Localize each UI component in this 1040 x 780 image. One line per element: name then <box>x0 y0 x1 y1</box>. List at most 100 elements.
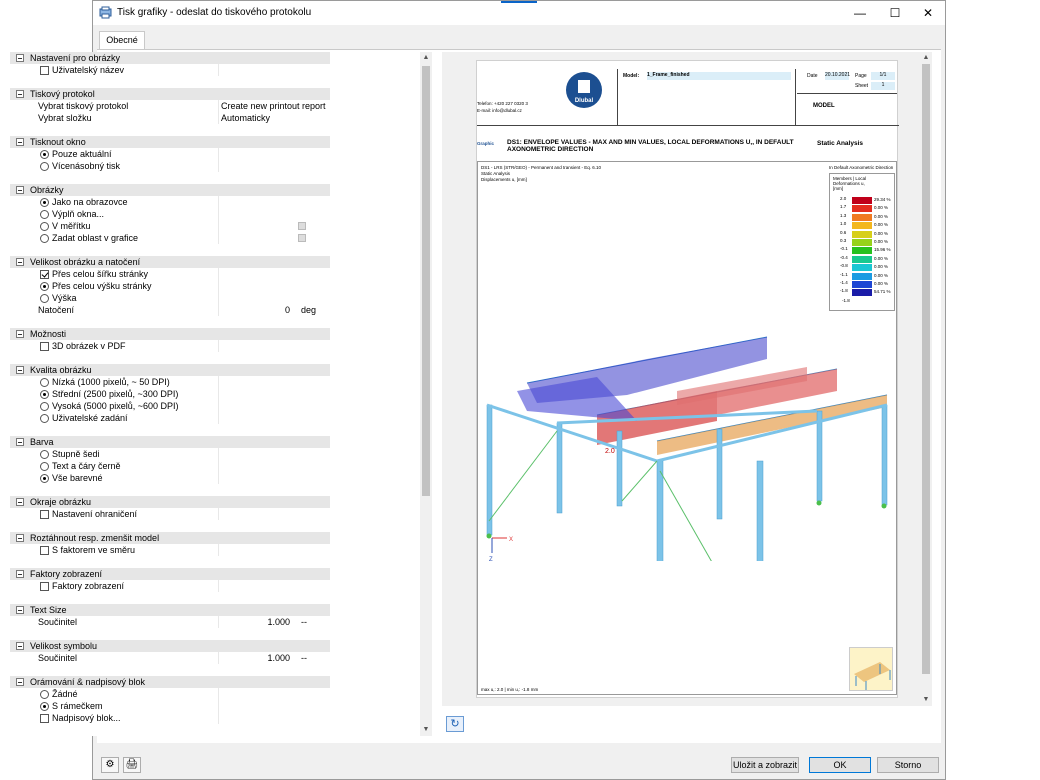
legend-value: 0.3 <box>840 238 847 243</box>
window-fill-radio[interactable] <box>40 210 49 219</box>
group-image-settings[interactable]: Nastavení pro obrázky <box>10 52 330 64</box>
save-and-show-button[interactable]: Uložit a zobrazit <box>731 757 799 773</box>
legend-row: 1.0 0.00 % <box>830 221 896 230</box>
group-display-factors[interactable]: Faktory zobrazení <box>10 568 330 580</box>
legend-value: -0.8 <box>840 263 848 269</box>
legend-value: 1.3 <box>840 212 847 218</box>
folder-select[interactable]: Automaticky <box>221 112 270 124</box>
legend-swatch <box>852 281 872 288</box>
scale-options-icon[interactable] <box>298 222 306 230</box>
height-radio[interactable] <box>40 294 49 303</box>
user-name-checkbox[interactable] <box>40 66 49 75</box>
legend-value: -1.4 <box>840 280 848 285</box>
black-text-radio[interactable] <box>40 462 49 471</box>
legend-value: 0.6 <box>840 229 847 235</box>
symbol-size-input[interactable]: 1.000 <box>267 652 290 664</box>
settings-icon[interactable]: ⚙ <box>101 757 119 773</box>
group-print-window[interactable]: Tisknout okno <box>10 136 330 148</box>
display-factors-checkbox[interactable] <box>40 582 49 591</box>
collapse-icon[interactable] <box>16 138 24 146</box>
collapse-icon[interactable] <box>16 498 24 506</box>
current-only-radio[interactable] <box>40 150 49 159</box>
collapse-icon[interactable] <box>16 54 24 62</box>
legend-percent: 29.34 % <box>874 197 891 202</box>
group-text-size[interactable]: Text Size <box>10 604 330 616</box>
title-block-checkbox[interactable] <box>40 714 49 723</box>
group-size-rotation[interactable]: Velikost obrázku a natočení <box>10 256 330 268</box>
group-frame[interactable]: Orámování & nadpisový blok <box>10 676 330 688</box>
collapse-icon[interactable] <box>16 438 24 446</box>
collapse-icon[interactable] <box>16 570 24 578</box>
group-options[interactable]: Možnosti <box>10 328 330 340</box>
all-color-radio[interactable] <box>40 474 49 483</box>
set-margins-checkbox[interactable] <box>40 510 49 519</box>
svg-text:Z: Z <box>489 557 493 561</box>
to-scale-radio[interactable] <box>40 222 49 231</box>
area-options-icon[interactable] <box>298 234 306 242</box>
protocol-select[interactable]: Create new printout report <box>221 100 326 112</box>
tab-general[interactable]: Obecné <box>99 31 145 50</box>
window-title: Tisk grafiky - odeslat do tiskového prot… <box>117 7 312 18</box>
maximize-icon[interactable]: ☐ <box>878 1 912 25</box>
define-area-radio[interactable] <box>40 234 49 243</box>
bottom-bar: ⚙ 🖨 Uložit a zobrazit OK Storno <box>93 749 945 779</box>
scroll-up-icon[interactable]: ▲ <box>420 52 432 64</box>
frame-with-radio[interactable] <box>40 702 49 711</box>
full-height-radio[interactable] <box>40 282 49 291</box>
preview-page: Dlubal Model: 1_Frame_finished Date 20.1… <box>476 60 899 698</box>
collapse-icon[interactable] <box>16 186 24 194</box>
pdf3d-checkbox[interactable] <box>40 342 49 351</box>
grayscale-radio[interactable] <box>40 450 49 459</box>
quality-low-radio[interactable] <box>40 378 49 387</box>
legend-value: -1.1 <box>840 271 848 277</box>
model-name-field: 1_Frame_finished <box>647 72 791 80</box>
as-on-screen-radio[interactable] <box>40 198 49 207</box>
legend-percent: 0.00 % <box>874 255 889 261</box>
rotation-input[interactable]: 0 <box>285 304 290 316</box>
collapse-icon[interactable] <box>16 678 24 686</box>
collapse-icon[interactable] <box>16 366 24 374</box>
preview-scroll-thumb[interactable] <box>922 64 930 674</box>
legend-percent: 0.00 % <box>874 213 889 219</box>
tree-scrollbar[interactable]: ▲ ▼ <box>420 52 432 736</box>
close-icon[interactable]: ✕ <box>911 1 945 25</box>
ok-button[interactable]: OK <box>809 757 871 773</box>
legend-value: 1.7 <box>840 204 847 210</box>
svg-text:X: X <box>509 537 513 543</box>
legend-value: 2.0 <box>840 196 847 201</box>
scroll-down-icon[interactable]: ▼ <box>920 694 932 706</box>
group-stretch[interactable]: Roztáhnout resp. zmenšit model <box>10 532 330 544</box>
scroll-up-icon[interactable]: ▲ <box>920 52 932 64</box>
group-quality[interactable]: Kvalita obrázku <box>10 364 330 376</box>
group-print-protocol[interactable]: Tiskový protokol <box>10 88 330 100</box>
group-images[interactable]: Obrázky <box>10 184 330 196</box>
group-margins[interactable]: Okraje obrázku <box>10 496 330 508</box>
legend-row: 1.3 0.00 % <box>830 213 896 221</box>
collapse-icon[interactable] <box>16 534 24 542</box>
collapse-icon[interactable] <box>16 642 24 650</box>
scroll-down-icon[interactable]: ▼ <box>420 724 432 736</box>
full-width-checkbox[interactable] <box>40 270 49 279</box>
legend-percent: 0.00 % <box>874 272 889 278</box>
legend-row: -0.1 15.96 % <box>830 246 896 255</box>
group-symbol-size[interactable]: Velikost symbolu <box>10 640 330 652</box>
frame-none-radio[interactable] <box>40 690 49 699</box>
collapse-icon[interactable] <box>16 330 24 338</box>
multiple-print-radio[interactable] <box>40 162 49 171</box>
refresh-icon[interactable]: ↻ <box>446 716 464 732</box>
quality-medium-radio[interactable] <box>40 390 49 399</box>
with-factor-checkbox[interactable] <box>40 546 49 555</box>
tree-scroll-thumb[interactable] <box>422 66 430 496</box>
collapse-icon[interactable] <box>16 90 24 98</box>
quality-high-radio[interactable] <box>40 402 49 411</box>
cancel-button[interactable]: Storno <box>877 757 939 773</box>
quality-user-radio[interactable] <box>40 414 49 423</box>
print-icon[interactable]: 🖨 <box>123 757 141 773</box>
legend-swatch <box>852 230 872 238</box>
text-size-input[interactable]: 1.000 <box>267 616 290 628</box>
minimize-icon[interactable]: — <box>843 1 877 25</box>
collapse-icon[interactable] <box>16 606 24 614</box>
collapse-icon[interactable] <box>16 258 24 266</box>
group-color[interactable]: Barva <box>10 436 330 448</box>
preview-scrollbar[interactable]: ▲ ▼ <box>920 52 932 706</box>
